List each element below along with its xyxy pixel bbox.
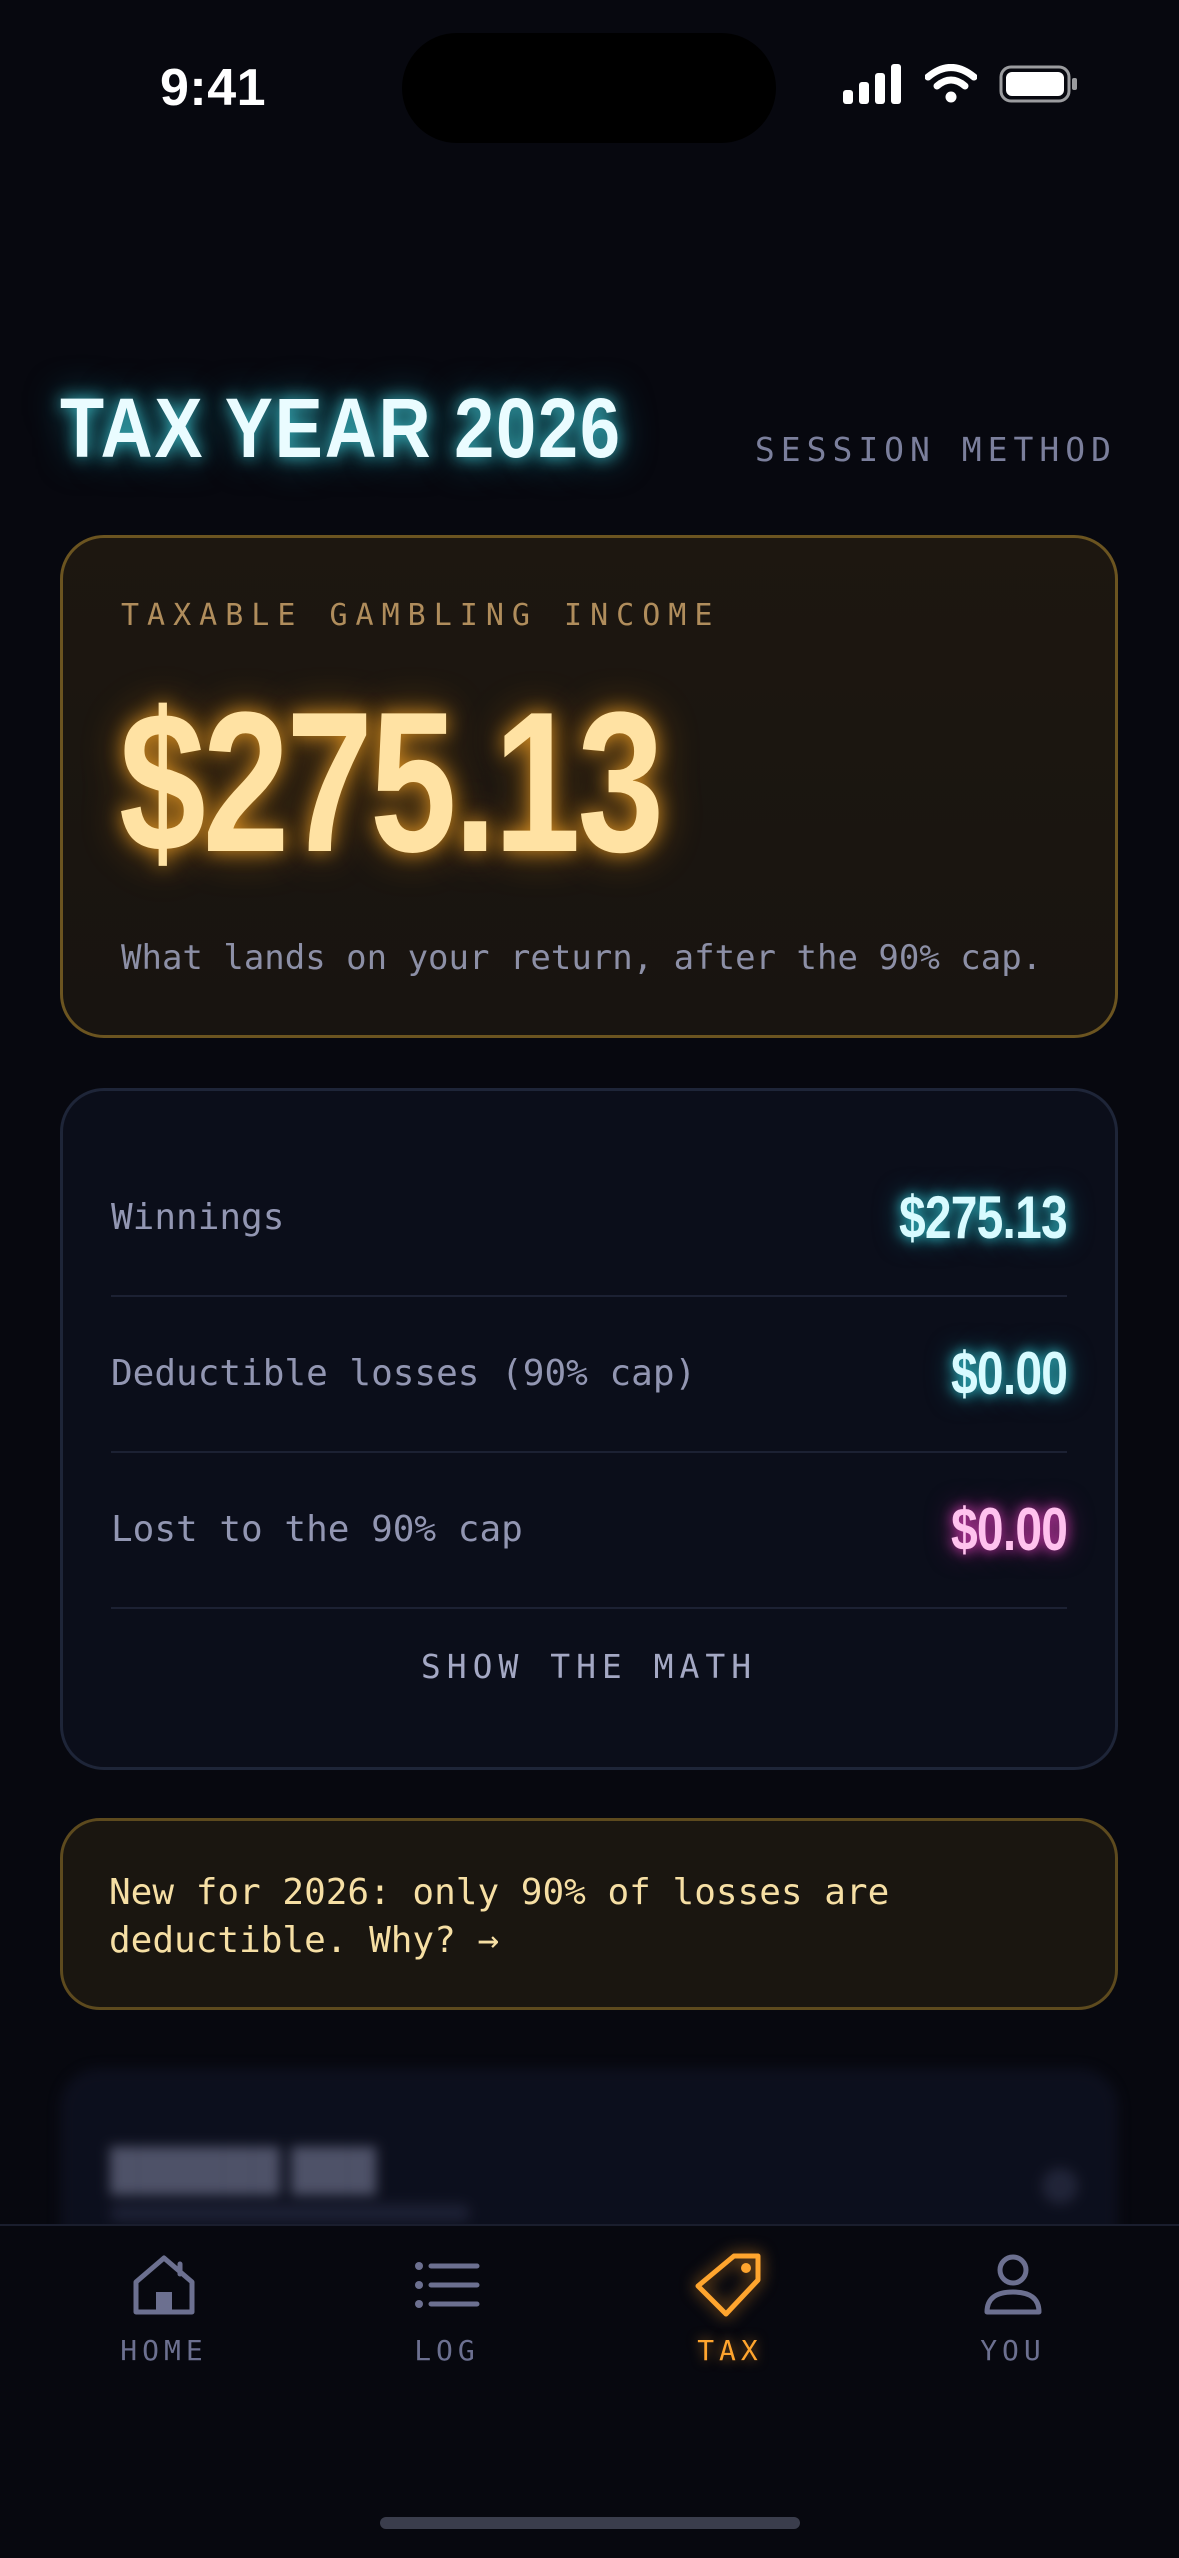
status-time: 9:41 [160,59,267,117]
tab-tax-label: TAX [697,2334,763,2367]
income-note: What lands on your return, after the 90%… [121,938,1043,978]
income-amount: $275.13 [119,671,664,894]
page-title: TAX YEAR 2026 [60,381,622,475]
deductible-losses-label: Deductible losses (90% cap) [111,1352,697,1394]
winnings-label: Winnings [111,1196,285,1238]
lost-to-cap-row: Lost to the 90% cap $0.00 [111,1451,1068,1609]
taxable-income-card: TAXABLE GAMBLING INCOME $275.13 What lan… [60,535,1118,1038]
winnings-row: Winnings $275.13 [111,1139,1068,1297]
wifi-icon [925,64,977,103]
session-method-link[interactable]: SESSION METHOD [755,430,1117,469]
blurred-card-title: ██████ ███ [110,2148,377,2192]
home-indicator [380,2517,800,2529]
home-icon [133,2255,195,2315]
tab-you[interactable]: YOU [913,2252,1113,2367]
lost-to-cap-value: $0.00 [950,1495,1068,1563]
show-math-button[interactable]: SHOW THE MATH [63,1647,1115,1686]
dynamic-island [402,33,776,143]
deductible-losses-row: Deductible losses (90% cap) $0.00 [111,1295,1068,1453]
list-icon [415,2262,480,2308]
tab-tax[interactable]: TAX [630,2252,830,2367]
breakdown-card: Winnings $275.13 Deductible losses (90% … [60,1088,1118,1770]
blurred-card-icon [1042,2168,1078,2204]
battery-icon [999,65,1077,103]
rule-change-notice[interactable]: New for 2026: only 90% of losses are ded… [60,1818,1118,2010]
income-label: TAXABLE GAMBLING INCOME [121,598,721,633]
signal-icon [843,64,901,104]
tab-home-label: HOME [120,2334,208,2367]
tab-log-label: LOG [414,2334,480,2367]
tab-home[interactable]: HOME [64,2252,264,2367]
status-icons [843,64,1079,104]
lost-to-cap-label: Lost to the 90% cap [111,1508,523,1550]
tab-log[interactable]: LOG [347,2252,547,2367]
blurred-card-subtitle [110,2204,470,2222]
winnings-value: $275.13 [899,1183,1068,1251]
person-icon [984,2254,1042,2315]
tab-bar: HOME LOG TAX YOU [0,2224,1179,2558]
tab-you-label: YOU [980,2334,1046,2367]
tag-icon [695,2253,761,2317]
deductible-losses-value: $0.00 [950,1339,1068,1407]
